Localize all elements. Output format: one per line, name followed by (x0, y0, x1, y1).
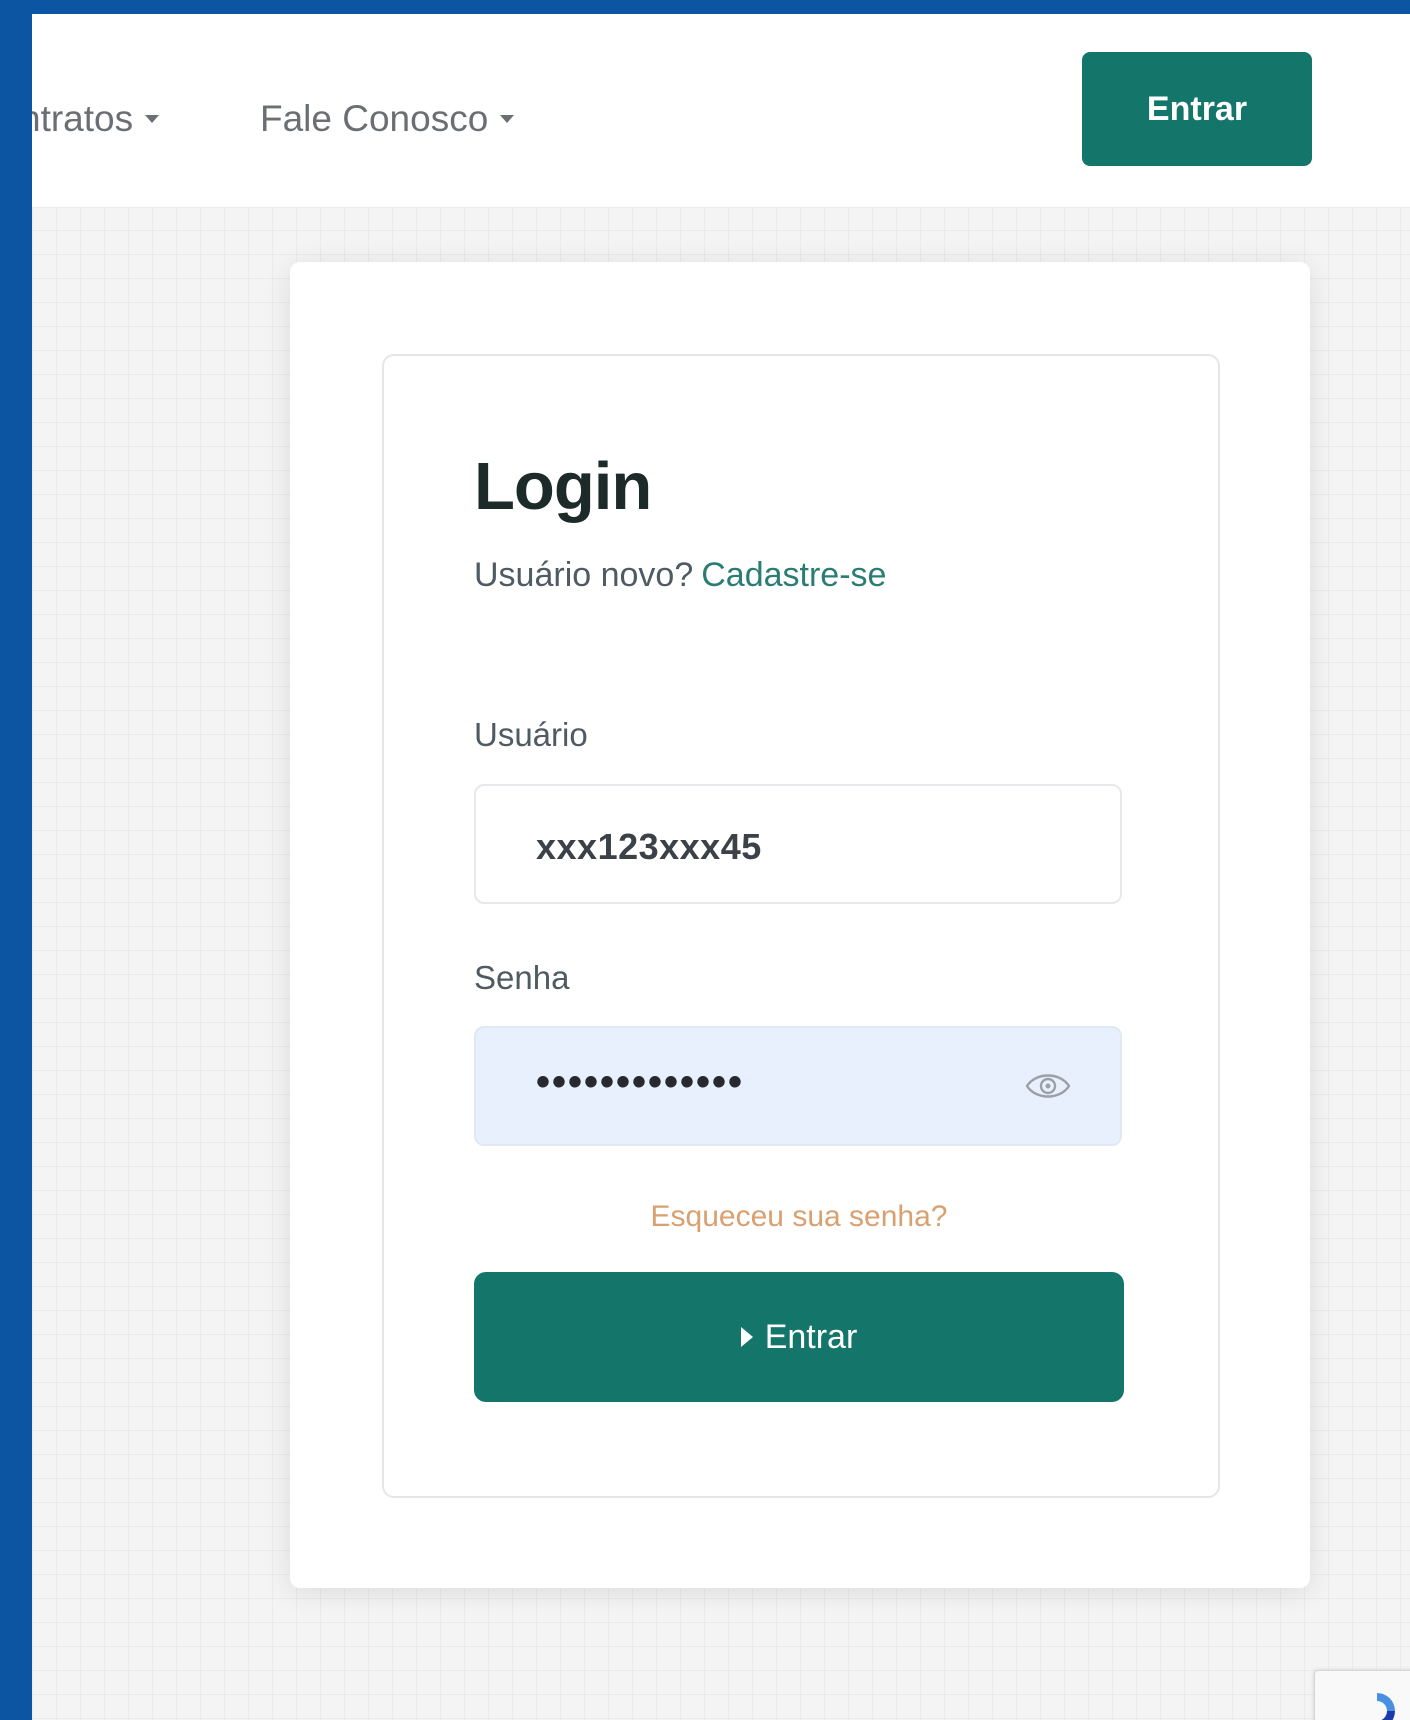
password-label: Senha (474, 959, 570, 996)
forgot-password-link[interactable]: Esqueceu sua senha? (384, 1200, 1214, 1234)
caret-down-icon (500, 115, 515, 123)
recaptcha-logo-icon (1377, 1693, 1395, 1720)
browser-viewport: ntratos Fale Conosco Entrar Login Usuári… (32, 14, 1410, 1720)
signup-link[interactable]: Cadastre-se (701, 556, 886, 594)
eye-icon[interactable] (1024, 1066, 1072, 1106)
username-value: xxx123xxx45 (536, 826, 762, 867)
submit-button-label: Entrar (764, 1317, 858, 1356)
caret-down-icon (145, 115, 160, 123)
nav-item-label: Fale Conosco (260, 98, 489, 139)
nav-item-label: ntratos (32, 98, 134, 139)
header-login-button[interactable]: Entrar (1082, 52, 1312, 166)
signup-prompt-row: Usuário novo? Cadastre-se (474, 556, 886, 595)
password-input[interactable]: ••••••••••••• (474, 1026, 1122, 1146)
recaptcha-badge[interactable] (1314, 1670, 1410, 1720)
login-panel: Login Usuário novo? Cadastre-se Usuário x… (290, 262, 1310, 1588)
page-title: Login (474, 449, 652, 524)
play-icon (740, 1327, 753, 1347)
login-submit-button[interactable]: Entrar (474, 1272, 1124, 1402)
username-input[interactable]: xxx123xxx45 (474, 784, 1122, 904)
top-navbar: ntratos Fale Conosco Entrar (32, 14, 1410, 208)
login-form: Login Usuário novo? Cadastre-se Usuário x… (382, 354, 1220, 1498)
nav-dropdown-contratos[interactable]: ntratos (32, 98, 160, 140)
signup-prompt-text: Usuário novo? (474, 556, 694, 594)
nav-dropdown-fale-conosco[interactable]: Fale Conosco (260, 98, 515, 140)
username-label: Usuário (474, 716, 588, 753)
password-value: ••••••••••••• (536, 1060, 745, 1104)
